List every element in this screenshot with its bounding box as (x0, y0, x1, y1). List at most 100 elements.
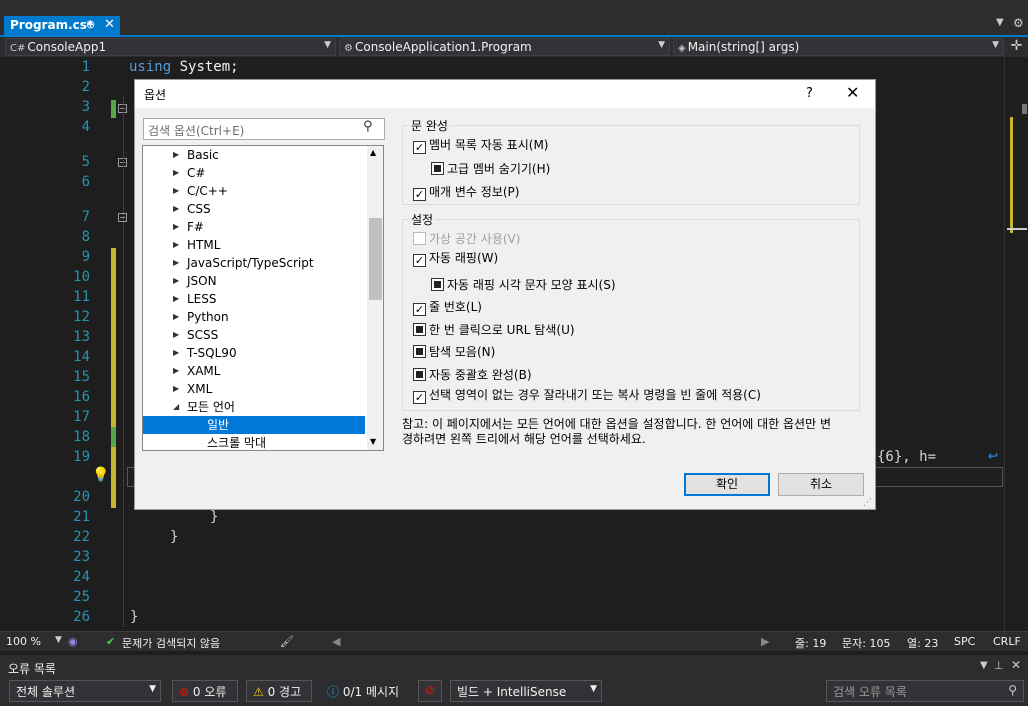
split-editor-icon[interactable]: ✛ (1007, 38, 1026, 56)
tab-dropdown-icon[interactable]: ▼ (996, 17, 1004, 28)
tree-item-label: JavaScript/TypeScript (187, 256, 314, 270)
tree-item[interactable]: 스크롤 막대 (143, 434, 365, 450)
expand-arrow-icon[interactable]: ▶ (173, 380, 179, 398)
close-icon[interactable]: ✕ (1011, 658, 1021, 672)
messages-filter-button[interactable]: ⓘ 0/1 메시지 (320, 680, 410, 702)
brace-completion-checkbox[interactable]: 자동 중괄호 완성(B) (413, 366, 532, 383)
line-number: 13 (73, 329, 90, 345)
wrap-glyphs-checkbox[interactable]: 자동 래핑 시각 문자 모양 표시(S) (431, 276, 616, 293)
tree-item[interactable]: ▶ XML (143, 380, 365, 398)
scope-dropdown[interactable]: 전체 솔루션 ▼ (9, 680, 161, 702)
zoom-level[interactable]: 100 % (6, 635, 41, 648)
tree-item[interactable]: ▶ JSON (143, 272, 365, 290)
expand-arrow-icon[interactable]: ▶ (173, 344, 179, 362)
tree-item[interactable]: ▶ F# (143, 218, 365, 236)
line-number: 14 (73, 349, 90, 365)
line-numbers-checkbox[interactable]: ✓ 줄 번호(L) (413, 298, 482, 316)
options-search-input[interactable]: 검색 옵션(Ctrl+E) (143, 118, 385, 140)
warnings-filter-button[interactable]: ⚠ 0 경고 (246, 680, 312, 702)
scroll-thumb[interactable] (1022, 104, 1027, 114)
tree-scroll-thumb[interactable] (369, 218, 382, 300)
expand-arrow-icon[interactable]: ▶ (173, 290, 179, 308)
checkbox-indeterminate (413, 368, 426, 381)
pane-dropdown-icon[interactable]: ▼ (980, 660, 988, 671)
cut-copy-blank-lines-checkbox[interactable]: ✓ 선택 영역이 없는 경우 잘라내기 또는 복사 명령을 빈 줄에 적용(C) (413, 386, 761, 404)
tree-item[interactable]: ▶ Python (143, 308, 365, 326)
copilot-icon[interactable]: ◉ (68, 635, 78, 648)
error-search-input[interactable]: 검색 오류 목록 ⚲ (826, 680, 1024, 702)
chevron-down-icon[interactable]: ▼ (55, 635, 62, 645)
parameter-info-checkbox[interactable]: ✓ 매개 변수 정보(P) (413, 183, 519, 201)
collapse-arrow-icon[interactable]: ◢ (173, 398, 179, 416)
vertical-scrollbar[interactable] (1004, 57, 1028, 631)
expand-arrow-icon[interactable]: ▶ (173, 236, 179, 254)
expand-arrow-icon[interactable]: ▶ (173, 182, 179, 200)
search-icon[interactable]: ⚲ (363, 119, 373, 134)
auto-list-members-checkbox[interactable]: ✓ 멤버 목록 자동 표시(M) (413, 136, 548, 154)
issues-status[interactable]: 문제가 검색되지 않음 (122, 635, 220, 651)
expand-arrow-icon[interactable]: ▶ (173, 272, 179, 290)
tree-item[interactable]: ◢ 모든 언어 (143, 398, 365, 416)
gear-icon[interactable]: ⚙ (1013, 16, 1024, 30)
options-tree[interactable]: ▶ Basic ▶ C# ▶ C/C++ ▶ CSS ▶ F# ▶ HTML ▶ JavaScript/T… (142, 145, 384, 451)
brush-icon[interactable]: 🖌 (280, 635, 294, 648)
tab-program-cs[interactable]: Program.cs* ⊕ ✕ (4, 16, 120, 36)
char-indicator[interactable]: 문자: 105 (842, 635, 890, 651)
expand-arrow-icon[interactable]: ▶ (173, 200, 179, 218)
scroll-up-icon[interactable]: ▲ (370, 148, 376, 157)
line-ending-indicator[interactable]: CRLF (993, 635, 1021, 648)
tree-item[interactable]: ▶ XAML (143, 362, 365, 380)
close-tab-icon[interactable]: ✕ (104, 17, 115, 32)
line-number: 19 (73, 449, 90, 465)
tree-item[interactable]: ▶ Basic (143, 146, 365, 164)
expand-arrow-icon[interactable]: ▶ (173, 326, 179, 344)
lightbulb-icon[interactable]: 💡 (92, 467, 109, 483)
filter-icon[interactable]: ⊘ (418, 680, 442, 702)
tree-item[interactable]: ▶ HTML (143, 236, 365, 254)
cancel-button[interactable]: 취소 (778, 473, 864, 496)
tree-item[interactable]: ▶ T-SQL90 (143, 344, 365, 362)
scroll-left-icon[interactable]: ◀ (332, 635, 340, 648)
expand-arrow-icon[interactable]: ▶ (173, 254, 179, 272)
line-indicator[interactable]: 줄: 19 (795, 635, 826, 651)
scroll-down-icon[interactable]: ▼ (370, 437, 376, 446)
scroll-right-icon[interactable]: ▶ (761, 635, 769, 648)
code-fragment: {6}, h= (877, 449, 937, 465)
expand-arrow-icon[interactable]: ▶ (173, 164, 179, 182)
whitespace-indicator[interactable]: SPC (954, 635, 975, 648)
expand-arrow-icon[interactable]: ▶ (173, 362, 179, 380)
close-dialog-button[interactable]: ✕ (846, 83, 859, 102)
member-dropdown[interactable]: ◈ Main(string[] args) ▼ (673, 38, 1004, 56)
navigation-bar-checkbox[interactable]: 탐색 모음(N) (413, 343, 495, 360)
help-button[interactable]: ? (806, 86, 813, 101)
line-number: 3 (81, 99, 90, 115)
expand-arrow-icon[interactable]: ▶ (173, 218, 179, 236)
tree-item[interactable]: ▶ LESS (143, 290, 365, 308)
single-click-url-checkbox[interactable]: 한 번 클릭으로 URL 탐색(U) (413, 321, 575, 338)
hide-advanced-checkbox[interactable]: 고급 멤버 숨기기(H) (431, 160, 550, 177)
checkbox-indeterminate (413, 345, 426, 358)
error-list-title: 오류 목록 (8, 662, 56, 676)
virtual-space-checkbox: 가상 공간 사용(V) (413, 230, 520, 247)
tree-item[interactable]: ▶ CSS (143, 200, 365, 218)
ok-button[interactable]: 확인 (684, 473, 770, 496)
tree-item[interactable]: 일반 (143, 416, 365, 434)
errors-filter-button[interactable]: ⊗ 0 오류 (172, 680, 238, 702)
class-dropdown[interactable]: ⚙ ConsoleApplication1.Program ▼ (339, 38, 670, 56)
word-wrap-checkbox[interactable]: ✓ 자동 래핑(W) (413, 249, 498, 267)
tree-item[interactable]: ▶ C/C++ (143, 182, 365, 200)
tree-item[interactable]: ▶ C# (143, 164, 365, 182)
pin-icon[interactable]: ⊕ (86, 18, 95, 31)
chevron-down-icon: ▼ (658, 40, 665, 50)
tree-item-label: XAML (187, 364, 221, 378)
expand-arrow-icon[interactable]: ▶ (173, 146, 179, 164)
build-source-dropdown[interactable]: 빌드 + IntelliSense ▼ (450, 680, 602, 702)
resize-grip-icon[interactable]: ⋰ (863, 498, 872, 508)
expand-arrow-icon[interactable]: ▶ (173, 308, 179, 326)
chevron-down-icon: ▼ (590, 684, 597, 694)
column-indicator[interactable]: 열: 23 (907, 635, 938, 651)
tree-item[interactable]: ▶ JavaScript/TypeScript (143, 254, 365, 272)
tree-item[interactable]: ▶ SCSS (143, 326, 365, 344)
project-dropdown[interactable]: C# ConsoleApp1 ▼ (5, 38, 336, 56)
pin-icon[interactable]: ⊥ (994, 659, 1004, 672)
